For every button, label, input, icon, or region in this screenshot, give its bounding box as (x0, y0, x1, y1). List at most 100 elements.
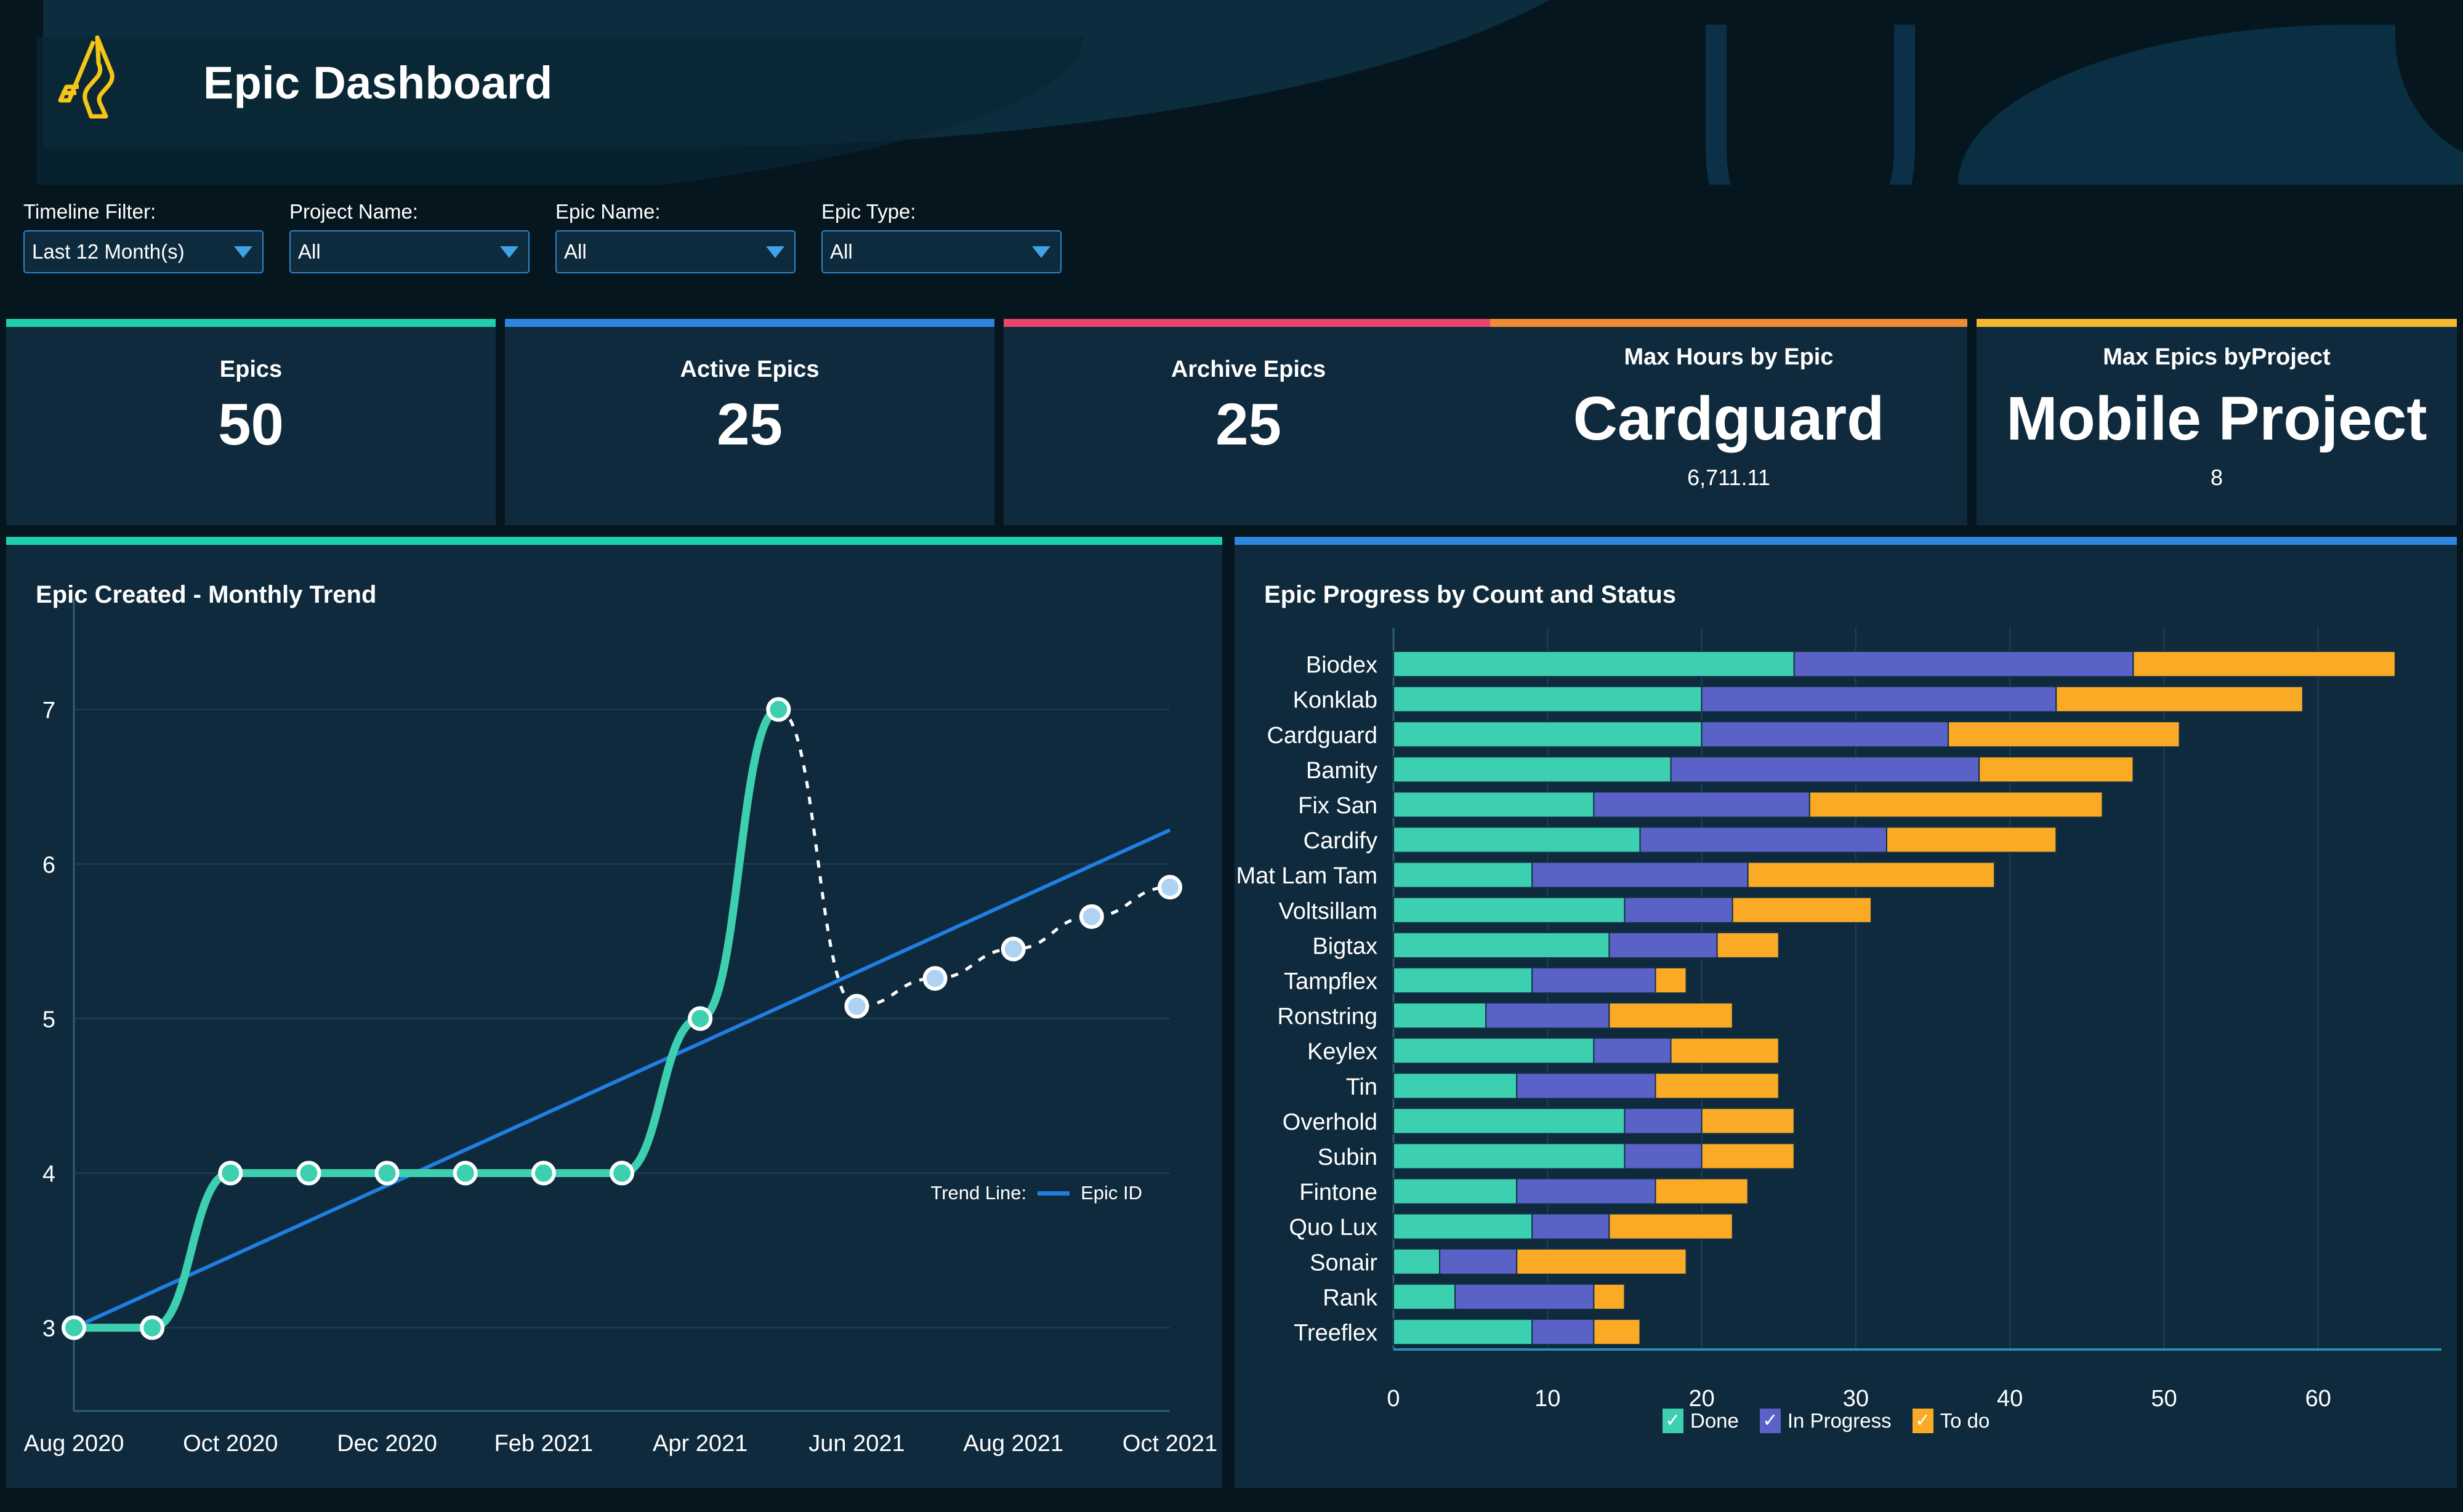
bar-segment[interactable] (1393, 967, 1533, 994)
data-point-forecast[interactable] (844, 994, 869, 1019)
bar-segment[interactable] (1624, 1108, 1703, 1135)
legend-checkbox-icon[interactable]: ✓ (1663, 1409, 1683, 1433)
bar-segment[interactable] (2055, 686, 2304, 713)
legend-checkbox-icon[interactable]: ✓ (1759, 1409, 1781, 1433)
data-point-forecast[interactable] (922, 966, 948, 991)
line-chart-svg[interactable]: 3 4 5 6 7 Aug 2020 Oct 2020 Dec 2020 Feb 2021 Apr… (6, 537, 1222, 1488)
bar-segment[interactable] (1393, 1143, 1626, 1170)
page-title: Epic Dashboard (203, 57, 553, 108)
data-point-forecast[interactable] (1079, 904, 1104, 929)
bar-segment[interactable] (1485, 1002, 1610, 1029)
legend-item[interactable]: ✓ To do (1912, 1409, 1989, 1433)
bar-segment[interactable] (1531, 1318, 1595, 1346)
legend-checkbox-icon[interactable]: ✓ (1912, 1409, 1933, 1433)
bar-segment[interactable] (1393, 1318, 1533, 1346)
bar-segment[interactable] (1393, 686, 1703, 713)
data-point-epics[interactable] (140, 1315, 165, 1340)
filter-project-name-select[interactable]: All (289, 230, 530, 273)
bar-segment[interactable] (1670, 1037, 1780, 1064)
bar-segment[interactable] (1393, 1213, 1533, 1240)
bar-segment[interactable] (1516, 1248, 1687, 1275)
filter-bar: Timeline Filter: Last 12 Month(s) Projec… (0, 200, 2463, 292)
bar-segment[interactable] (1393, 1037, 1595, 1064)
bar-segment[interactable] (1393, 931, 1610, 959)
bar-segment[interactable] (1701, 721, 1949, 748)
trend-line-series (73, 828, 1171, 1330)
bar-segment[interactable] (1731, 896, 1872, 923)
filter-epic-name-select[interactable]: All (555, 230, 796, 273)
bar-segment[interactable] (1593, 1037, 1672, 1064)
data-point-epics[interactable] (453, 1160, 478, 1186)
bar-segment[interactable] (1624, 1143, 1703, 1170)
filter-epic-type-value: All (830, 240, 853, 263)
bar-segment[interactable] (1531, 1213, 1610, 1240)
bar-segment[interactable] (1531, 861, 1749, 888)
bar-segment[interactable] (1948, 721, 2180, 748)
bar-segment[interactable] (1393, 721, 1703, 748)
bar-segment[interactable] (1593, 791, 1810, 818)
filter-timeline-select[interactable]: Last 12 Month(s) (23, 230, 264, 273)
bar-segment[interactable] (1593, 1318, 1641, 1346)
bar-segment[interactable] (1393, 1178, 1518, 1205)
bar-segment[interactable] (1393, 1072, 1518, 1100)
legend-item[interactable]: ✓ In Progress (1759, 1409, 1892, 1433)
data-point-epics[interactable] (218, 1160, 243, 1186)
bar-segment[interactable] (1393, 896, 1626, 923)
bar-segment[interactable] (1393, 791, 1595, 818)
bar-segment[interactable] (1454, 1283, 1595, 1310)
data-point-epics[interactable] (374, 1160, 400, 1186)
bar-segment[interactable] (1655, 1178, 1749, 1205)
kpi-card-epics[interactable]: Epics 50 (6, 319, 496, 525)
data-point-epics[interactable] (610, 1160, 634, 1186)
bar-segment[interactable] (1393, 861, 1533, 888)
bar-segment[interactable] (1978, 756, 2134, 783)
data-point-epics[interactable] (296, 1160, 321, 1186)
kpi-card-active-epics[interactable]: Active Epics 25 (505, 319, 994, 525)
bar-chart-svg[interactable]: 0 10 20 30 40 50 60 Biodex Konklab Cardguard Bamit… (1235, 537, 2457, 1488)
bar-segment[interactable] (2132, 650, 2396, 678)
bar-segment[interactable] (1393, 1283, 1456, 1310)
bar-segment[interactable] (1701, 686, 2057, 713)
legend-item[interactable]: ✓ Done (1663, 1409, 1739, 1433)
bar-segment[interactable] (1393, 826, 1641, 853)
bar-segment[interactable] (1516, 1072, 1656, 1100)
bar-segment[interactable] (1608, 931, 1718, 959)
bar-segment[interactable] (1701, 1143, 1795, 1170)
kpi-card-max-hours-by-epic[interactable]: Max Hours by Epic Cardguard 6,711.11 (1490, 319, 1967, 525)
bar-segment[interactable] (1885, 826, 2057, 853)
kpi-card-archive-epics[interactable]: Archive Epics 25 (1004, 319, 1493, 525)
data-point-epics[interactable] (62, 1315, 86, 1340)
kpi-value: Mobile Project (2006, 384, 2427, 453)
data-point-epics[interactable] (688, 1006, 713, 1031)
filter-epic-type-select[interactable]: All (821, 230, 1062, 273)
bar-segment[interactable] (1670, 756, 1980, 783)
bar-segment[interactable] (1608, 1002, 1733, 1029)
bar-segment[interactable] (1531, 967, 1656, 994)
bar-segment[interactable] (1393, 1248, 1441, 1275)
bar-segment[interactable] (1808, 791, 2103, 818)
bar-segment[interactable] (1439, 1248, 1518, 1275)
bar-segment[interactable] (1793, 650, 2134, 678)
bar-segment[interactable] (1516, 1178, 1656, 1205)
data-point-forecast[interactable] (1001, 936, 1026, 962)
bar-segment[interactable] (1639, 826, 1887, 853)
bar-segment[interactable] (1393, 1108, 1626, 1135)
bar-segment[interactable] (1393, 756, 1672, 783)
y-axis-tick-label: 4 (42, 1162, 55, 1188)
data-point-epics[interactable] (531, 1160, 556, 1186)
bar-segment[interactable] (1593, 1283, 1626, 1310)
bar-segment[interactable] (1393, 650, 1795, 678)
data-point-epics[interactable] (766, 697, 791, 722)
bar-segment[interactable] (1393, 1002, 1487, 1029)
data-point-forecast[interactable] (1158, 875, 1182, 900)
x-axis-tick-label: 0 (1387, 1386, 1400, 1412)
bar-segment[interactable] (1747, 861, 1996, 888)
bar-segment[interactable] (1716, 931, 1780, 959)
kpi-card-max-epics-by-project[interactable]: Max Epics byProject Mobile Project 8 (1977, 319, 2457, 525)
bar-segment[interactable] (1701, 1108, 1795, 1135)
bar-segment[interactable] (1624, 896, 1733, 923)
y-axis-category-label: Voltsillam (1279, 898, 1378, 924)
bar-segment[interactable] (1608, 1213, 1733, 1240)
bar-segment[interactable] (1655, 1072, 1780, 1100)
bar-segment[interactable] (1655, 967, 1687, 994)
